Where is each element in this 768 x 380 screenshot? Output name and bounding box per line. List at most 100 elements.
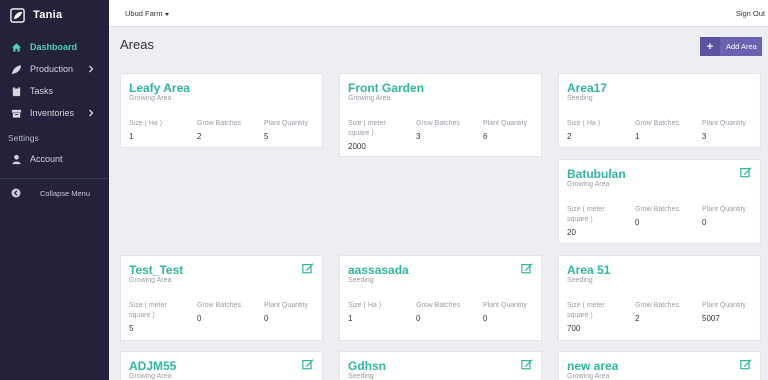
area-type: Seeding <box>348 373 374 380</box>
page-title: Areas <box>120 37 154 52</box>
stat-value: 2 <box>567 132 572 141</box>
area-name[interactable]: ADJM55 <box>129 359 176 373</box>
stat-value: 0 <box>264 314 269 323</box>
area-name[interactable]: new area <box>567 359 618 373</box>
area-name[interactable]: Area 51 <box>567 263 610 277</box>
area-type: Growing Area <box>348 95 391 102</box>
area-card[interactable]: ADJM55 Growing Area <box>120 351 323 380</box>
sidebar-item-tasks[interactable]: Tasks <box>0 80 109 102</box>
stat-value: 2 <box>197 132 202 141</box>
sidebar-item-production[interactable]: Production <box>0 58 109 80</box>
stat-label: Plant Quantity <box>702 302 746 309</box>
area-batches: Grow Batches 0 <box>416 301 474 323</box>
area-batches: Grow Batches 2 <box>635 301 693 323</box>
collapse-menu-button[interactable]: Collapse Menu <box>0 183 109 203</box>
area-card[interactable]: Leafy Area Growing Area Size ( Ha ) 1 Gro… <box>120 73 323 148</box>
area-card[interactable]: Gdhsn Seeding <box>339 351 542 380</box>
edit-icon[interactable] <box>521 358 533 370</box>
area-size: Size ( Ha ) 1 <box>129 119 187 141</box>
brand[interactable]: Tania <box>0 0 109 30</box>
area-card[interactable]: Test_Test Growing Area Size ( meter squa… <box>120 255 323 341</box>
collapse-menu-label: Collapse Menu <box>40 188 91 198</box>
area-name[interactable]: Test_Test <box>129 263 183 277</box>
area-batches: Grow Batches 2 <box>197 119 255 141</box>
area-size: Size ( Ha ) 2 <box>567 119 625 141</box>
area-card[interactable]: new area Growing Area <box>558 351 761 380</box>
leaf-icon <box>11 64 22 75</box>
area-type: Seeding <box>567 95 593 102</box>
stat-value: 3 <box>702 132 707 141</box>
stat-value: 0 <box>197 314 202 323</box>
stat-label: Grow Batches <box>416 302 460 309</box>
area-name[interactable]: Gdhsn <box>348 359 386 373</box>
stat-value: 0 <box>416 314 421 323</box>
area-name[interactable]: Area17 <box>567 81 607 95</box>
stat-value: 0 <box>635 218 640 227</box>
stat-value: 0 <box>702 218 707 227</box>
edit-icon[interactable] <box>740 166 752 178</box>
stat-value: 1 <box>635 132 640 141</box>
stat-label: Grow Batches <box>197 120 241 127</box>
area-batches: Grow Batches 0 <box>197 301 255 323</box>
stat-value: 20 <box>567 228 576 237</box>
area-batches: Grow Batches 3 <box>416 119 474 141</box>
area-card[interactable]: Area 51 Seeding Size ( meter square ) 700… <box>558 255 761 341</box>
sidebar-divider <box>0 178 109 179</box>
settings-section-label: Settings <box>8 133 39 143</box>
stat-value: 5007 <box>702 314 720 323</box>
sidebar-item-label: Tasks <box>30 86 54 96</box>
stat-label: Grow Batches <box>197 302 241 309</box>
area-name[interactable]: aassasada <box>348 263 409 277</box>
farm-selector[interactable]: Ubud Farm <box>125 9 169 18</box>
sidebar-item-label: Dashboard <box>30 42 78 52</box>
area-size: Size ( meter square ) 20 <box>567 205 625 237</box>
app-name: Tania <box>33 9 63 21</box>
area-type: Seeding <box>567 277 593 284</box>
stat-label: Size ( meter square ) <box>348 120 386 137</box>
stat-value: 1 <box>348 314 353 323</box>
plus-icon: + <box>700 37 720 56</box>
sidebar-item-inventories[interactable]: Inventories <box>0 102 109 124</box>
area-quantity: Plant Quantity 0 <box>483 301 541 323</box>
edit-icon[interactable] <box>302 358 314 370</box>
edit-icon[interactable] <box>740 358 752 370</box>
area-size: Size ( meter square ) 2000 <box>348 119 406 151</box>
stat-value: 1 <box>129 132 134 141</box>
area-type: Growing Area <box>129 373 172 380</box>
stat-label: Size ( meter square ) <box>129 302 167 319</box>
area-size: Size ( meter square ) 700 <box>567 301 625 333</box>
chevron-right-icon <box>89 109 94 117</box>
area-name[interactable]: Leafy Area <box>129 81 190 95</box>
stat-value: 5 <box>129 324 134 333</box>
stat-label: Plant Quantity <box>483 302 527 309</box>
area-card[interactable]: aassasada Seeding Size ( Ha ) 1 Grow Batc… <box>339 255 542 341</box>
home-icon <box>11 42 22 53</box>
area-batches: Grow Batches 1 <box>635 119 693 141</box>
sidebar-item-dashboard[interactable]: Dashboard <box>0 36 109 58</box>
area-card[interactable]: Front Garden Growing Area Size ( meter s… <box>339 73 542 157</box>
stat-label: Size ( meter square ) <box>567 206 605 223</box>
stat-value: 700 <box>567 324 581 333</box>
area-card[interactable]: Area17 Seeding Size ( Ha ) 2 Grow Batches… <box>558 73 761 148</box>
area-quantity: Plant Quantity 6 <box>483 119 541 141</box>
edit-icon[interactable] <box>521 262 533 274</box>
sign-out-link[interactable]: Sign Out <box>736 9 765 18</box>
area-type: Growing Area <box>567 181 610 188</box>
area-name[interactable]: Front Garden <box>348 81 424 95</box>
edit-icon[interactable] <box>302 262 314 274</box>
area-card[interactable]: Batubulan Growing Area Size ( meter squa… <box>558 159 761 244</box>
area-size: Size ( meter square ) 5 <box>129 301 187 333</box>
chevron-right-icon <box>89 65 94 73</box>
add-area-button[interactable]: + Add Area <box>700 37 762 56</box>
area-type: Growing Area <box>567 373 610 380</box>
area-batches: Grow Batches 0 <box>635 205 693 227</box>
sidebar-item-label: Account <box>30 154 63 164</box>
area-name[interactable]: Batubulan <box>567 167 626 181</box>
sidebar-item-account[interactable]: Account <box>0 148 109 170</box>
stat-label: Grow Batches <box>416 120 460 127</box>
archive-icon <box>11 108 22 119</box>
stat-label: Size ( Ha ) <box>129 120 163 127</box>
stat-value: 3 <box>416 132 421 141</box>
stat-label: Size ( Ha ) <box>348 302 382 309</box>
area-quantity: Plant Quantity 0 <box>264 301 322 323</box>
